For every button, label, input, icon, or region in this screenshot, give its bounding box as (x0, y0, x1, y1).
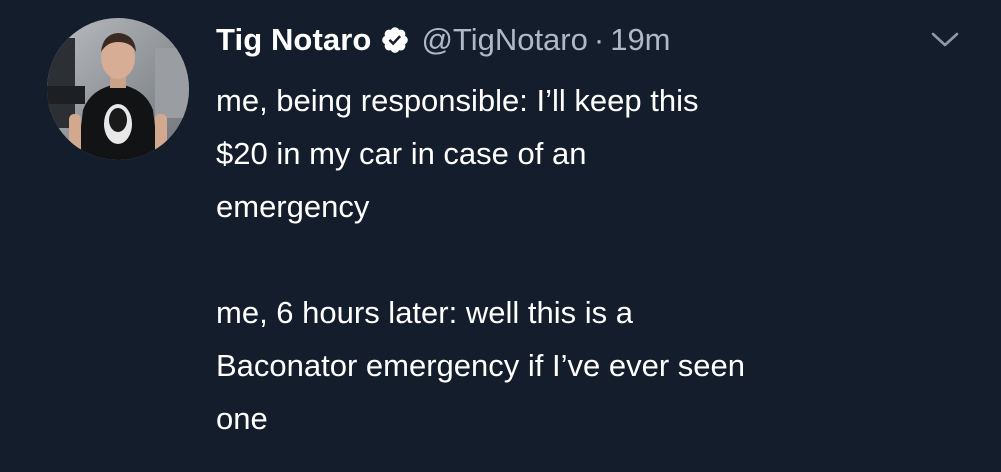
tweet-line: Baconator emergency if I’ve ever seen (216, 348, 745, 383)
chevron-down-icon[interactable] (930, 28, 960, 50)
tweet-line: $20 in my car in case of an (216, 136, 587, 171)
tweet-paragraph-2: me, 6 hours later: well this is a Bacona… (216, 286, 976, 445)
tweet-paragraph-1: me, being responsible: I’ll keep this $2… (216, 74, 976, 233)
avatar[interactable] (47, 18, 189, 160)
tweet-line: me, 6 hours later: well this is a (216, 295, 633, 330)
tweet-timestamp[interactable]: 19m (610, 22, 670, 58)
tweet-line: one (216, 401, 268, 436)
tweet-line: me, being responsible: I’ll keep this (216, 83, 699, 118)
display-name[interactable]: Tig Notaro (216, 22, 371, 58)
tweet-header: Tig Notaro @TigNotaro · 19m (216, 18, 671, 62)
tweet-text: me, being responsible: I’ll keep this $2… (216, 74, 976, 445)
verified-badge-icon (380, 25, 410, 55)
user-handle[interactable]: @TigNotaro (421, 22, 587, 58)
tweet-line: emergency (216, 189, 370, 224)
separator-dot: · (593, 22, 605, 57)
avatar-photo-icon (47, 18, 189, 160)
tweet-card: Tig Notaro @TigNotaro · 19m me, being re… (0, 0, 1001, 472)
